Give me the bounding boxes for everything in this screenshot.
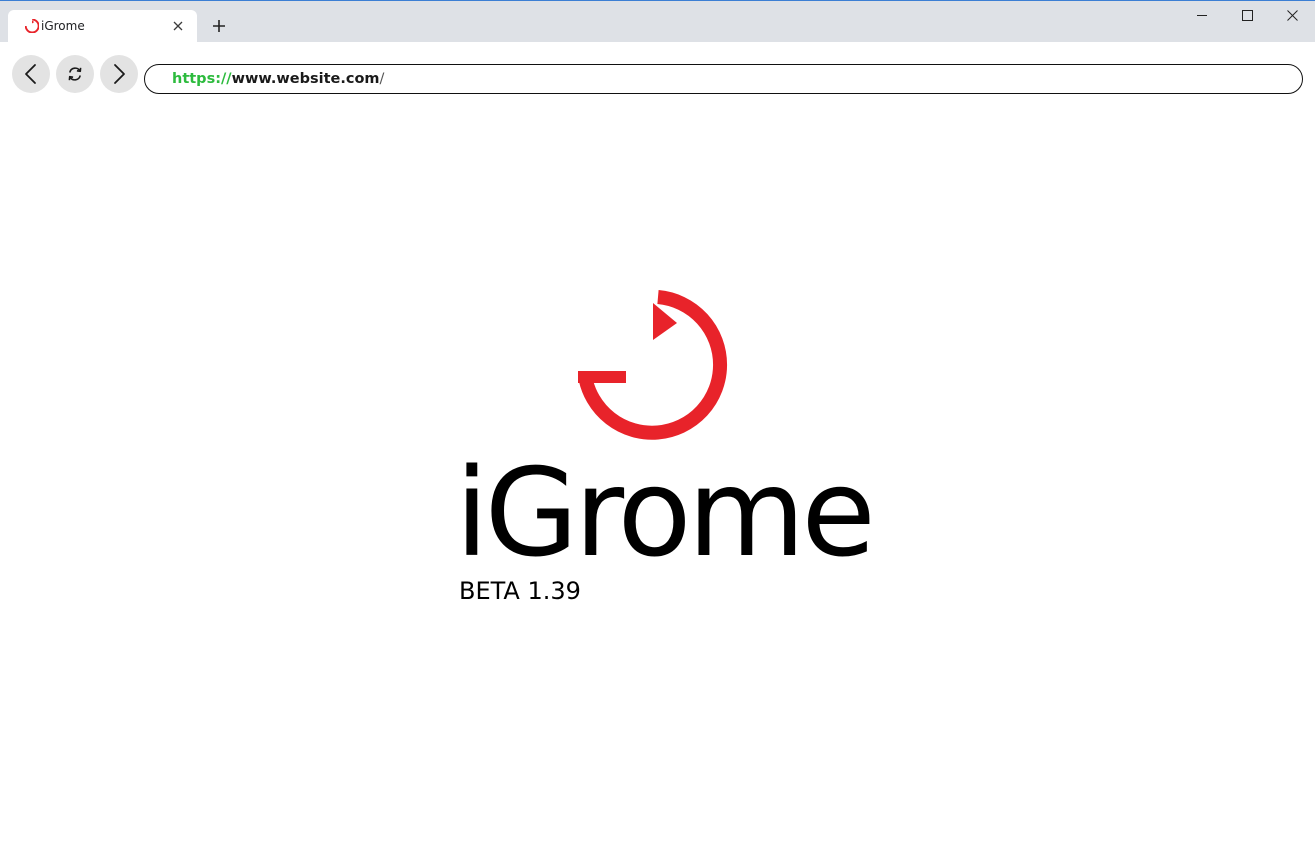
reload-button[interactable] — [56, 55, 94, 93]
igrome-logo-icon — [578, 290, 728, 440]
plus-icon[interactable] — [208, 15, 230, 37]
browser-window: iGrome https://www.website.com/ iGrome B… — [0, 0, 1315, 863]
chevron-right-icon — [114, 64, 125, 84]
reload-icon — [68, 67, 82, 81]
igrome-logo-icon — [25, 19, 39, 33]
minimize-button[interactable] — [1180, 1, 1225, 31]
brand-name: iGrome — [455, 443, 876, 584]
close-icon — [1287, 10, 1298, 21]
url-path: / — [379, 71, 385, 87]
url-text[interactable]: https://www.website.com/ — [172, 70, 384, 88]
back-button[interactable] — [12, 55, 50, 93]
forward-button[interactable] — [100, 55, 138, 93]
minimize-icon — [1197, 15, 1207, 16]
version-label: BETA 1.39 — [459, 577, 581, 605]
address-bar[interactable]: https://www.website.com/ — [144, 64, 1303, 94]
maximize-icon — [1242, 10, 1253, 21]
close-icon[interactable] — [170, 18, 186, 34]
chevron-left-icon — [25, 64, 36, 84]
window-close-button[interactable] — [1270, 1, 1315, 31]
url-scheme: https:// — [172, 71, 232, 87]
tab-strip: iGrome — [0, 1, 1315, 42]
url-host: www.website.com — [231, 71, 380, 87]
tab-igrome[interactable]: iGrome — [8, 10, 197, 42]
maximize-button[interactable] — [1225, 1, 1270, 31]
tab-title: iGrome — [41, 19, 85, 33]
